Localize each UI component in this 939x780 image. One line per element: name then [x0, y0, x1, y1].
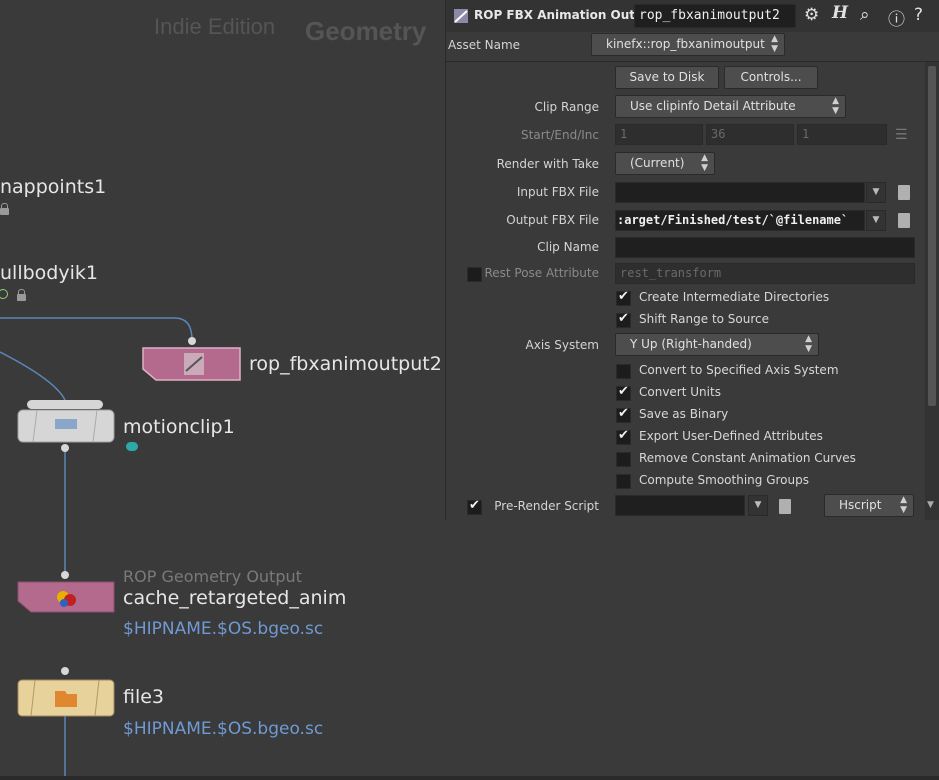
end-frame-field[interactable]: 36: [706, 124, 794, 145]
output-fbx-label: Output FBX File: [506, 213, 599, 227]
comment-icon: [126, 442, 138, 451]
rop-fbx-node-icon: [454, 9, 468, 23]
convert-axis-label: Convert to Specified Axis System: [639, 363, 839, 377]
convert-axis-checkbox[interactable]: [616, 364, 631, 379]
node-rop-fbx[interactable]: [142, 347, 242, 381]
parameter-title-bar: ROP FBX Animation Output rop_fbxanimoutp…: [446, 0, 939, 32]
clip-name-label: Clip Name: [537, 240, 599, 254]
save-binary-label: Save as Binary: [639, 407, 729, 421]
rest-pose-field[interactable]: rest_transform: [615, 263, 915, 284]
node-input-connector[interactable]: [61, 667, 69, 675]
compute-smooth-checkbox[interactable]: [616, 474, 631, 489]
prerender-menu-button[interactable]: ▼: [748, 495, 768, 516]
axis-system-dropdown[interactable]: Y Up (Right-handed) ▲ ▼: [615, 333, 819, 356]
clip-range-dropdown[interactable]: Use clipinfo Detail Attribute ▲ ▼: [615, 95, 846, 118]
node-bypass-bar: [27, 400, 103, 409]
axis-system-label: Axis System: [525, 338, 599, 352]
input-fbx-menu-button[interactable]: ▼: [866, 182, 886, 203]
lock-icon: [0, 203, 9, 215]
start-end-inc-label: Start/End/Inc: [521, 128, 599, 142]
clip-name-field[interactable]: [615, 237, 915, 258]
node-file-expression: $HIPNAME.$OS.bgeo.sc: [123, 719, 324, 739]
updown-arrow-icon: ▲ ▼: [832, 96, 839, 116]
node-motionclip[interactable]: [17, 409, 115, 443]
shift-range-checkbox[interactable]: [616, 311, 631, 328]
scroll-down-icon[interactable]: ▼: [927, 500, 934, 510]
network-wires: [0, 317, 193, 780]
asset-name-value: kinefx::rop_fbxanimoutput: [606, 37, 765, 51]
node-rop-geometry-expression: $HIPNAME.$OS.bgeo.sc: [123, 619, 324, 639]
create-dirs-checkbox[interactable]: [616, 289, 631, 306]
render-take-label: Render with Take: [496, 157, 599, 171]
node-name-field[interactable]: rop_fbxanimoutput2: [634, 4, 796, 28]
updown-arrow-icon: ▲ ▼: [805, 334, 812, 354]
help-h-icon[interactable]: H: [832, 3, 848, 23]
start-frame-field[interactable]: 1: [615, 124, 703, 145]
gear-icon[interactable]: ⚙: [804, 5, 819, 25]
save-binary-checkbox[interactable]: [616, 406, 631, 423]
node-rop-geometry-type: ROP Geometry Output: [123, 567, 302, 586]
updown-arrow-icon: ▲ ▼: [771, 34, 778, 54]
compute-smooth-label: Compute Smoothing Groups: [639, 473, 809, 487]
scrollbar-track[interactable]: ▼: [925, 62, 939, 520]
input-fbx-label: Input FBX File: [516, 185, 599, 199]
create-dirs-label: Create Intermediate Directories: [639, 290, 830, 304]
rest-pose-label: Rest Pose Attribute: [484, 266, 599, 280]
render-take-dropdown[interactable]: (Current) ▲ ▼: [615, 152, 715, 175]
remove-const-checkbox[interactable]: [616, 452, 631, 467]
file-chooser-icon[interactable]: [779, 499, 791, 514]
asset-name-dropdown[interactable]: kinefx::rop_fbxanimoutput ▲ ▼: [591, 33, 785, 56]
node-input-connector[interactable]: [61, 571, 69, 579]
axis-system-value: Y Up (Right-handed): [630, 337, 752, 351]
node-rop-geometry-label[interactable]: cache_retargeted_anim: [123, 587, 346, 609]
divider: [446, 61, 939, 62]
node-type-label: ROP FBX Animation Output: [474, 8, 658, 22]
parameter-pane[interactable]: ROP FBX Animation Output rop_fbxanimoutp…: [445, 0, 939, 520]
node-motionclip-label[interactable]: motionclip1: [123, 416, 235, 438]
search-icon[interactable]: ⌕: [860, 5, 870, 25]
asset-name-label: Asset Name: [448, 38, 521, 52]
node-output-connector[interactable]: [61, 444, 69, 452]
input-fbx-field[interactable]: [615, 182, 865, 203]
controls-button[interactable]: Controls...: [724, 66, 818, 89]
convert-units-label: Convert Units: [639, 385, 721, 399]
lock-icon: [17, 289, 26, 301]
node-file-label[interactable]: file3: [123, 686, 164, 708]
node-file[interactable]: [17, 679, 115, 717]
updown-arrow-icon: ▲ ▼: [701, 153, 708, 173]
scrollbar-thumb[interactable]: [928, 66, 936, 406]
node-input-connector[interactable]: [188, 337, 196, 345]
info-icon[interactable]: ⓘ: [888, 5, 905, 30]
bottom-timeline-strip: [0, 776, 939, 780]
save-to-disk-button[interactable]: Save to Disk: [615, 66, 719, 89]
output-fbx-menu-button[interactable]: ▼: [866, 210, 886, 231]
render-take-value: (Current): [630, 156, 685, 170]
node-fullbodyik-label[interactable]: ullbodyik1: [0, 262, 98, 284]
list-icon[interactable]: ☰: [895, 127, 908, 143]
prerender-field[interactable]: [615, 495, 745, 516]
node-rop-fbx-label[interactable]: rop_fbxanimoutput2: [249, 353, 442, 375]
convert-units-checkbox[interactable]: [616, 384, 631, 401]
help-icon[interactable]: ?: [914, 5, 923, 25]
remove-const-label: Remove Constant Animation Curves: [639, 451, 856, 465]
shift-range-label: Shift Range to Source: [639, 312, 770, 326]
node-snappoints-label[interactable]: nappoints1: [0, 176, 106, 198]
clip-range-value: Use clipinfo Detail Attribute: [630, 99, 796, 113]
node-rop-geometry[interactable]: [17, 581, 115, 613]
file-chooser-icon[interactable]: [898, 185, 910, 200]
prerender-label: Pre-Render Script: [494, 499, 599, 513]
increment-field[interactable]: 1: [797, 124, 887, 145]
clip-range-label: Clip Range: [534, 100, 599, 114]
prerender-language-value: Hscript: [839, 498, 882, 512]
export-user-label: Export User-Defined Attributes: [639, 429, 823, 443]
updown-arrow-icon: ▲ ▼: [900, 495, 907, 515]
output-fbx-field[interactable]: :arget/Finished/test/`@filename`: [615, 210, 865, 231]
prerender-language-dropdown[interactable]: Hscript ▲ ▼: [824, 494, 914, 517]
file-chooser-icon[interactable]: [898, 213, 910, 228]
export-user-checkbox[interactable]: [616, 428, 631, 445]
